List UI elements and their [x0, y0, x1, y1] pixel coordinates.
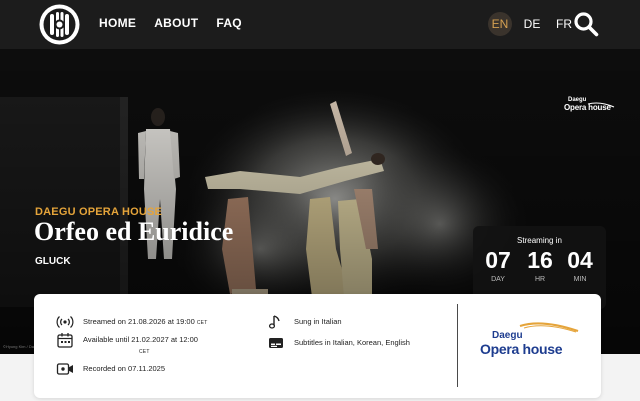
streamed-tz: CET: [196, 320, 208, 326]
streamed-value: 21.08.2026 at 19:00: [128, 317, 195, 326]
subtitles-prefix: Subtitles in: [294, 338, 331, 347]
performance-info-card: Streamed on 21.08.2026 at 19:00 CET Avai…: [34, 294, 601, 398]
hero-opera-house-logo: Daegu Opera house: [562, 97, 618, 115]
subtitles-row: Subtitles in Italian, Korean, English: [267, 335, 410, 351]
production-title: Orfeo ed Euridice: [34, 217, 234, 246]
hero-logo-line2: Opera house: [564, 103, 611, 112]
countdown-minutes: 04: [567, 247, 593, 273]
music-note-icon: [268, 315, 280, 329]
search-icon[interactable]: [573, 11, 599, 37]
available-prefix: Available until: [83, 335, 130, 344]
available-value: 21.02.2027 at 12:00: [131, 335, 198, 344]
nav-home[interactable]: HOME: [99, 16, 136, 30]
main-nav: HOME ABOUT FAQ: [99, 16, 242, 30]
nav-about[interactable]: ABOUT: [154, 16, 198, 30]
language-de[interactable]: DE: [520, 12, 544, 36]
rose-window-logo[interactable]: [38, 3, 81, 46]
calendar-icon: [57, 333, 73, 348]
streamed-prefix: Streamed on: [83, 317, 126, 326]
subtitles-icon: [269, 338, 283, 348]
countdown-label: Streaming in: [517, 236, 562, 245]
composer-name: GLUCK: [35, 256, 71, 267]
card-divider: [457, 304, 458, 387]
countdown-days: 07: [485, 247, 511, 273]
subtitles-value: Italian, Korean, English: [332, 338, 410, 347]
language-switcher: EN DE FR: [488, 12, 576, 36]
countdown-hours: 16: [527, 247, 553, 273]
recorded-prefix: Recorded on: [83, 364, 126, 373]
broadcast-icon: [56, 316, 74, 328]
sung-value: Italian: [321, 317, 342, 326]
recorded-value: 07.11.2025: [128, 364, 166, 373]
countdown-minutes-unit: MIN: [573, 276, 587, 283]
streamed-row: Streamed on 21.08.2026 at 19:00 CET: [56, 314, 207, 330]
sung-prefix: Sung in: [294, 317, 320, 326]
nav-faq[interactable]: FAQ: [216, 16, 242, 30]
top-navigation-bar: HOME ABOUT FAQ EN DE FR: [0, 0, 640, 49]
partner-logo-line1: Daegu: [492, 330, 523, 341]
countdown-hours-unit: HR: [534, 276, 546, 283]
partner-logo-line2: Opera house: [480, 341, 563, 357]
recorded-row: Recorded on 07.11.2025: [56, 361, 165, 377]
video-camera-icon: [56, 363, 73, 375]
partner-opera-house-logo[interactable]: Daegu Opera house: [480, 318, 580, 360]
language-row: Sung in Italian: [267, 314, 342, 330]
available-tz: CET: [139, 349, 150, 355]
countdown-days-unit: DAY: [491, 276, 505, 283]
language-en[interactable]: EN: [488, 12, 512, 36]
available-row: Available until 21.02.2027 at 12:00 CET: [56, 332, 223, 358]
